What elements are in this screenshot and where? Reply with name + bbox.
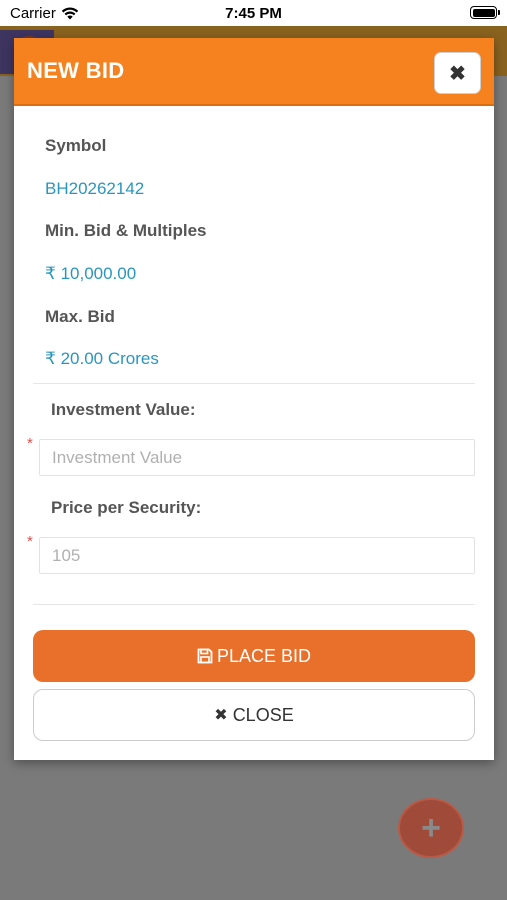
- close-button[interactable]: ✖ CLOSE: [33, 689, 475, 741]
- required-marker: *: [27, 533, 33, 550]
- divider: [33, 604, 475, 605]
- investment-value-input[interactable]: [39, 439, 475, 476]
- rupee-icon: ₹: [45, 349, 56, 368]
- price-per-security-label: Price per Security:: [51, 498, 202, 517]
- rupee-icon: ₹: [45, 264, 56, 283]
- close-icon: ✖: [214, 707, 228, 724]
- place-bid-button[interactable]: PLACE BID: [33, 630, 475, 682]
- min-bid-value-row: ₹ 10,000.00: [45, 264, 136, 284]
- symbol-value: BH20262142: [45, 179, 145, 198]
- status-bar: Carrier 7:45 PM: [0, 0, 507, 26]
- status-time: 7:45 PM: [225, 5, 282, 22]
- place-bid-label: PLACE BID: [216, 645, 312, 666]
- max-bid-label: Max. Bid: [45, 307, 115, 326]
- plus-icon: +: [421, 808, 441, 847]
- modal-title: NEW BID: [27, 58, 125, 83]
- required-marker: *: [27, 435, 33, 452]
- min-bid-label: Min. Bid & Multiples: [45, 221, 207, 240]
- new-bid-modal: NEW BID ✖ Symbol BH20262142 Min. Bid & M…: [14, 38, 494, 760]
- modal-header: NEW BID ✖: [14, 38, 494, 106]
- modal-close-x-button[interactable]: ✖: [434, 52, 481, 94]
- price-per-security-input[interactable]: [39, 537, 475, 574]
- max-bid-value: 20.00 Crores: [60, 349, 159, 368]
- min-bid-value: 10,000.00: [60, 264, 137, 283]
- add-fab-button[interactable]: +: [398, 798, 464, 858]
- battery-icon: [470, 6, 500, 19]
- max-bid-value-row: ₹ 20.00 Crores: [45, 349, 159, 369]
- close-label: CLOSE: [232, 704, 294, 725]
- close-icon: ✖: [449, 62, 466, 85]
- save-icon: [197, 648, 213, 664]
- divider: [33, 383, 475, 384]
- symbol-label: Symbol: [45, 136, 107, 155]
- investment-value-label: Investment Value:: [51, 400, 196, 419]
